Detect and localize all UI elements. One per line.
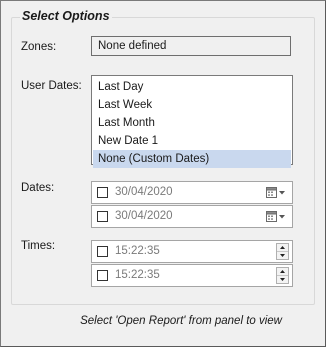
calendar-dropdown-icon[interactable] xyxy=(266,210,288,223)
time-from-checkbox[interactable] xyxy=(97,246,108,257)
group-title: Select Options xyxy=(20,9,112,23)
date-to-value: 30/04/2020 xyxy=(115,210,173,222)
times-label: Times: xyxy=(21,240,56,252)
calendar-dropdown-icon[interactable] xyxy=(266,186,288,199)
list-item-last-month[interactable]: Last Month xyxy=(93,114,291,132)
time-to-value: 15:22:35 xyxy=(115,269,160,281)
date-to-picker[interactable]: 30/04/2020 xyxy=(91,205,293,228)
list-item-none-custom-dates[interactable]: None (Custom Dates) xyxy=(93,150,291,168)
list-item-last-week[interactable]: Last Week xyxy=(93,96,291,114)
dates-label: Dates: xyxy=(21,182,55,194)
list-item-last-day[interactable]: Last Day xyxy=(93,78,291,96)
footer-hint: Select 'Open Report' from panel to view xyxy=(80,315,282,327)
time-from-spinner[interactable] xyxy=(276,243,289,260)
spin-up-icon[interactable] xyxy=(277,244,288,251)
time-from-picker[interactable]: 15:22:35 xyxy=(91,240,293,263)
zones-field: None defined xyxy=(91,36,291,56)
user-dates-label: User Dates: xyxy=(21,80,82,92)
date-from-checkbox[interactable] xyxy=(97,187,108,198)
time-from-value: 15:22:35 xyxy=(115,245,160,257)
date-to-checkbox[interactable] xyxy=(97,211,108,222)
zones-label: Zones: xyxy=(21,41,57,53)
user-dates-listbox[interactable]: Last Day Last Week Last Month New Date 1… xyxy=(91,75,293,168)
date-from-picker[interactable]: 30/04/2020 xyxy=(91,181,293,204)
spin-down-icon[interactable] xyxy=(277,275,288,283)
spin-down-icon[interactable] xyxy=(277,251,288,259)
time-to-checkbox[interactable] xyxy=(97,270,108,281)
spin-up-icon[interactable] xyxy=(277,268,288,275)
time-to-spinner[interactable] xyxy=(276,267,289,284)
list-item-new-date-1[interactable]: New Date 1 xyxy=(93,132,291,150)
time-to-picker[interactable]: 15:22:35 xyxy=(91,264,293,287)
date-from-value: 30/04/2020 xyxy=(115,186,173,198)
